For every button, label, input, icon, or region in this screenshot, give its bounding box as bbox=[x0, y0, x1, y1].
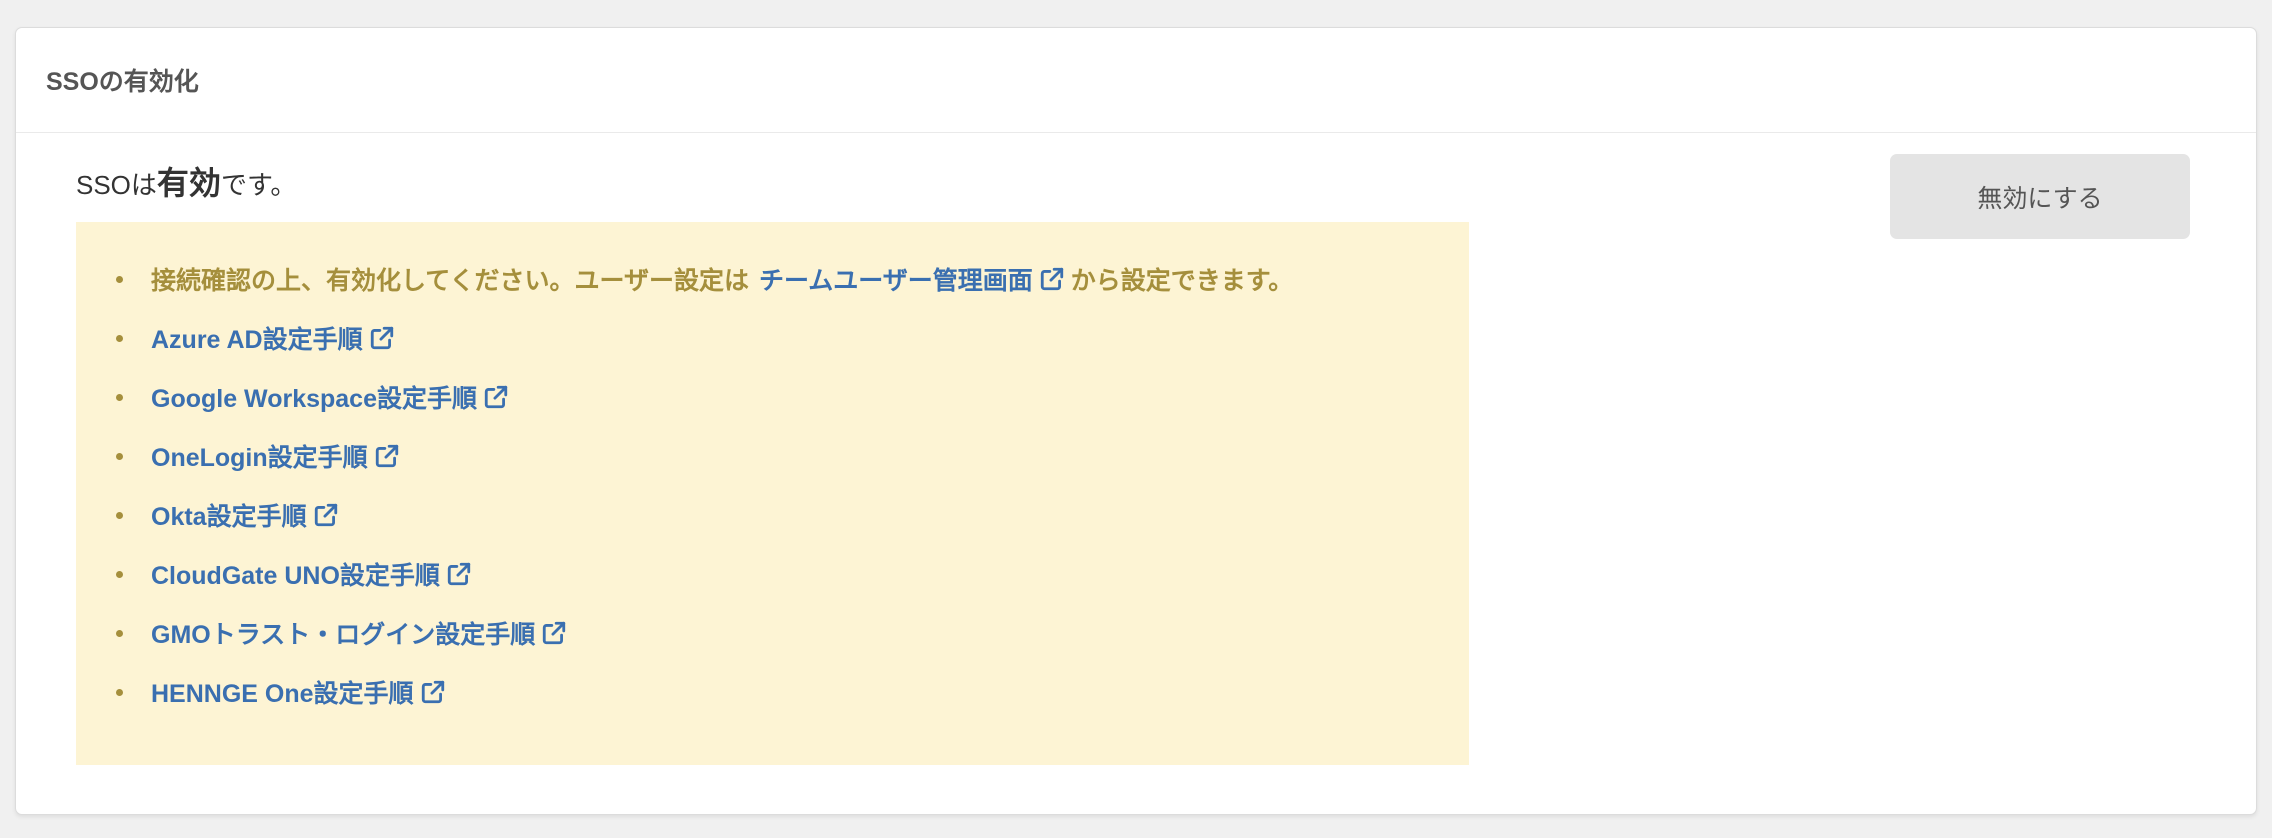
guide-link-label: CloudGate UNO設定手順 bbox=[151, 561, 440, 590]
external-link-icon bbox=[483, 384, 509, 410]
cloudgate-uno-guide-link[interactable]: CloudGate UNO設定手順 bbox=[151, 556, 472, 592]
okta-guide-link[interactable]: Okta設定手順 bbox=[151, 497, 339, 533]
external-link-icon bbox=[446, 561, 472, 587]
bullet-icon bbox=[116, 393, 123, 401]
list-item-guide: CloudGate UNO設定手順 bbox=[76, 544, 1293, 603]
status-prefix: SSOは bbox=[76, 170, 157, 200]
bullet-icon bbox=[116, 688, 123, 696]
guide-link-label: Okta設定手順 bbox=[151, 502, 307, 531]
hennge-one-guide-link[interactable]: HENNGE One設定手順 bbox=[151, 674, 446, 710]
list-item-guide: HENNGE One設定手順 bbox=[76, 662, 1293, 721]
guide-link-label: OneLogin設定手順 bbox=[151, 443, 368, 472]
azure-ad-guide-link[interactable]: Azure AD設定手順 bbox=[151, 320, 395, 356]
external-link-icon bbox=[1039, 266, 1065, 292]
list-item-note: 接続確認の上、有効化してください。ユーザー設定は チームユーザー管理画面 から設… bbox=[76, 249, 1293, 308]
list-item-guide: Okta設定手順 bbox=[76, 485, 1293, 544]
info-list: 接続確認の上、有効化してください。ユーザー設定は チームユーザー管理画面 から設… bbox=[76, 249, 1293, 721]
bullet-icon bbox=[116, 629, 123, 637]
external-link-icon bbox=[420, 679, 446, 705]
team-user-management-link[interactable]: チームユーザー管理画面 bbox=[759, 261, 1065, 297]
status-value: 有効 bbox=[156, 165, 221, 201]
status-suffix: です。 bbox=[220, 170, 297, 200]
team-user-management-label: チームユーザー管理画面 bbox=[759, 266, 1033, 295]
external-link-icon bbox=[541, 620, 567, 646]
onelogin-guide-link[interactable]: OneLogin設定手順 bbox=[151, 438, 400, 474]
guide-link-label: GMOトラスト・ログイン設定手順 bbox=[151, 620, 536, 649]
external-link-icon bbox=[374, 443, 400, 469]
guide-link-label: Google Workspace設定手順 bbox=[151, 384, 477, 413]
disable-sso-button[interactable]: 無効にする bbox=[1890, 154, 2190, 239]
panel-header: SSOの有効化 bbox=[16, 28, 2256, 133]
list-item-guide: GMOトラスト・ログイン設定手順 bbox=[76, 603, 1293, 662]
bullet-icon bbox=[116, 570, 123, 578]
external-link-icon bbox=[369, 325, 395, 351]
google-workspace-guide-link[interactable]: Google Workspace設定手順 bbox=[151, 379, 509, 415]
external-link-icon bbox=[313, 502, 339, 528]
list-item-guide: OneLogin設定手順 bbox=[76, 426, 1293, 485]
note-text-after: から設定できます。 bbox=[1070, 266, 1294, 295]
list-item-guide: Google Workspace設定手順 bbox=[76, 367, 1293, 426]
note-text-before: 接続確認の上、有効化してください。ユーザー設定は bbox=[151, 266, 750, 295]
sso-enable-panel: SSOの有効化 SSOは有効です。 無効にする 接続確認の上、有効化してください… bbox=[15, 27, 2257, 815]
sso-status: SSOは有効です。 bbox=[76, 158, 296, 204]
bullet-icon bbox=[116, 511, 123, 519]
gmo-trust-login-guide-link[interactable]: GMOトラスト・ログイン設定手順 bbox=[151, 615, 567, 651]
bullet-icon bbox=[116, 452, 123, 460]
guide-link-label: Azure AD設定手順 bbox=[151, 325, 363, 354]
bullet-icon bbox=[116, 334, 123, 342]
info-box: 接続確認の上、有効化してください。ユーザー設定は チームユーザー管理画面 から設… bbox=[76, 222, 1469, 765]
bullet-icon bbox=[116, 275, 123, 283]
list-item-guide: Azure AD設定手順 bbox=[76, 308, 1293, 367]
panel-title: SSOの有効化 bbox=[46, 68, 199, 96]
guide-link-label: HENNGE One設定手順 bbox=[151, 679, 414, 708]
